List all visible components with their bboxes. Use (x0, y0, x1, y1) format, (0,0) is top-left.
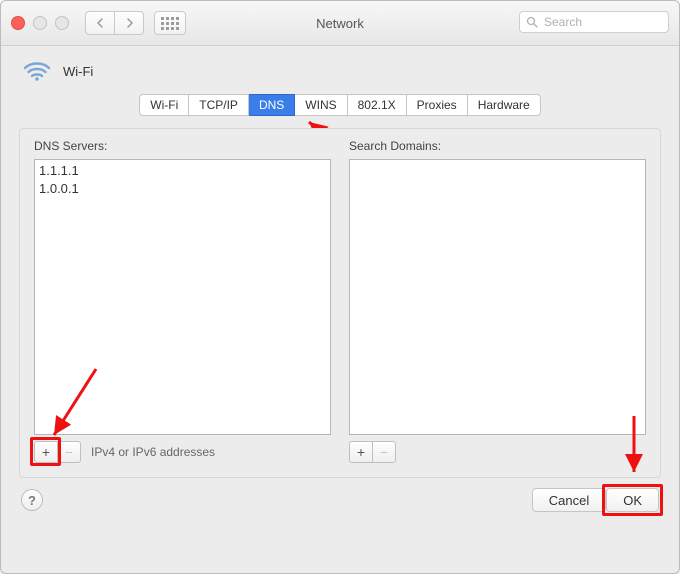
search-input[interactable] (542, 14, 662, 30)
dns-server-entry[interactable]: 1.1.1.1 (39, 162, 326, 180)
nav-back-forward (85, 11, 144, 35)
window-traffic-lights (11, 16, 69, 30)
tab-hardware[interactable]: Hardware (468, 94, 541, 116)
chevron-left-icon (96, 18, 105, 28)
bottom-button-row: ? Cancel OK (1, 488, 679, 512)
tab-dns[interactable]: DNS (249, 94, 295, 116)
tab-wins[interactable]: WINS (295, 94, 347, 116)
dns-servers-column: DNS Servers: 1.1.1.11.0.0.1 + − IPv4 or … (34, 139, 331, 463)
remove-search-domain-button[interactable]: − (373, 441, 396, 463)
tabs: Wi-Fi TCP/IP DNS WINS 802.1X Proxies Har… (139, 94, 540, 116)
grid-icon (161, 17, 179, 30)
dns-server-entry[interactable]: 1.0.0.1 (39, 180, 326, 198)
cancel-button[interactable]: Cancel (532, 488, 606, 512)
wifi-icon (23, 60, 51, 82)
tab-8021x[interactable]: 802.1X (348, 94, 407, 116)
tabs-row: Wi-Fi TCP/IP DNS WINS 802.1X Proxies Har… (1, 94, 679, 116)
tab-proxies[interactable]: Proxies (407, 94, 468, 116)
forward-button[interactable] (114, 11, 144, 35)
search-icon (526, 16, 538, 28)
annotation-highlight-dns (242, 86, 301, 124)
interface-header: Wi-Fi (1, 46, 679, 90)
interface-name: Wi-Fi (63, 64, 93, 79)
show-all-button[interactable] (154, 11, 186, 35)
dns-servers-label: DNS Servers: (34, 139, 331, 153)
dns-servers-pm-group: + − (34, 441, 81, 463)
search-field[interactable] (519, 11, 669, 33)
ok-button[interactable]: OK (606, 488, 659, 512)
titlebar: Network (1, 1, 679, 46)
tab-wifi[interactable]: Wi-Fi (139, 94, 189, 116)
add-dns-server-button[interactable]: + (34, 441, 58, 463)
search-domains-list[interactable] (349, 159, 646, 435)
back-button[interactable] (85, 11, 114, 35)
dns-panel: DNS Servers: 1.1.1.11.0.0.1 + − IPv4 or … (19, 128, 661, 478)
help-button[interactable]: ? (21, 489, 43, 511)
search-domains-pm-group: + − (349, 441, 396, 463)
window-body: Wi-Fi Wi-Fi TCP/IP DNS WINS 802.1X Proxi… (1, 46, 679, 524)
minimize-window-button[interactable] (33, 16, 47, 30)
search-domains-column: Search Domains: + − (349, 139, 646, 463)
tab-tcpip[interactable]: TCP/IP (189, 94, 249, 116)
dns-servers-hint: IPv4 or IPv6 addresses (91, 445, 215, 459)
dns-servers-list[interactable]: 1.1.1.11.0.0.1 (34, 159, 331, 435)
network-preferences-window: Network Wi-Fi Wi-Fi TCP/IP (0, 0, 680, 574)
search-domains-label: Search Domains: (349, 139, 646, 153)
add-search-domain-button[interactable]: + (349, 441, 373, 463)
remove-dns-server-button[interactable]: − (58, 441, 81, 463)
close-window-button[interactable] (11, 16, 25, 30)
zoom-window-button[interactable] (55, 16, 69, 30)
chevron-right-icon (125, 18, 134, 28)
